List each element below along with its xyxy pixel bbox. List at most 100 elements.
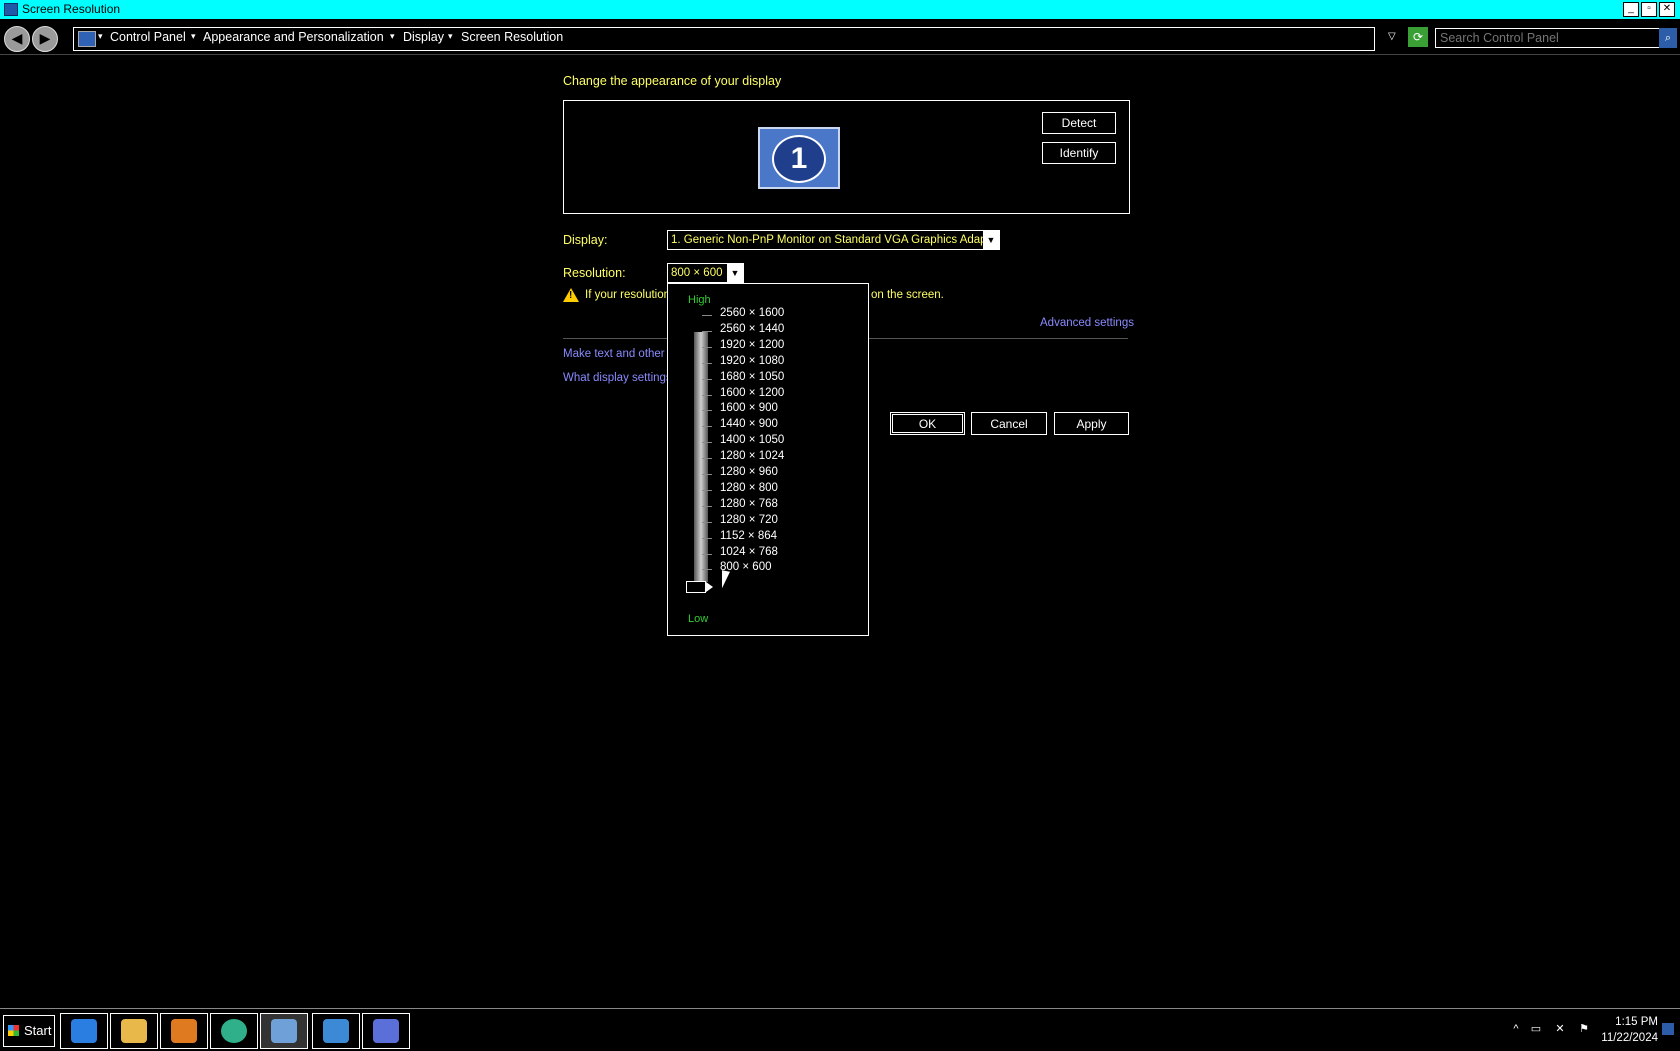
windows-logo-icon bbox=[8, 1025, 19, 1036]
action-center-flag-icon[interactable]: ⚑ bbox=[1578, 1023, 1590, 1035]
slider-tick bbox=[702, 553, 712, 555]
resolution-option[interactable]: 1920 × 1200 bbox=[720, 339, 784, 351]
resolution-option[interactable]: 1680 × 1050 bbox=[720, 371, 784, 383]
resolution-option[interactable]: 2560 × 1440 bbox=[720, 323, 784, 335]
apply-button[interactable]: Apply bbox=[1054, 412, 1129, 435]
start-button[interactable]: Start bbox=[3, 1015, 55, 1047]
taskbar-media-player[interactable] bbox=[160, 1013, 208, 1049]
slider-tick bbox=[702, 315, 712, 316]
resolution-option[interactable]: 1280 × 800 bbox=[720, 482, 778, 494]
cancel-button[interactable]: Cancel bbox=[971, 412, 1047, 435]
resolution-option[interactable]: 1024 × 768 bbox=[720, 546, 778, 558]
chevron-down-icon[interactable]: ▾ bbox=[191, 31, 196, 42]
breadcrumb[interactable]: ▾ Control Panel ▾ Appearance and Persona… bbox=[73, 27, 1375, 51]
warning-mark: ! bbox=[569, 290, 573, 301]
refresh-icon[interactable]: ⟳ bbox=[1408, 27, 1428, 47]
resolution-option[interactable]: 1600 × 1200 bbox=[720, 387, 784, 399]
high-label: High bbox=[688, 294, 711, 306]
start-label: Start bbox=[24, 1023, 52, 1038]
crumb-screen-resolution[interactable]: Screen Resolution bbox=[461, 30, 563, 44]
display-settings-help-link[interactable]: What display settings bbox=[563, 372, 672, 384]
crumb-control-panel[interactable]: Control Panel bbox=[110, 30, 186, 44]
resolution-option[interactable]: 1600 × 900 bbox=[720, 402, 778, 414]
resolution-option[interactable]: 1280 × 960 bbox=[720, 466, 778, 478]
volume-muted-icon[interactable]: ✕ bbox=[1554, 1023, 1566, 1035]
browser-icon bbox=[221, 1019, 247, 1043]
chevron-down-icon[interactable]: ▼ bbox=[983, 231, 999, 249]
slider-tick bbox=[702, 378, 712, 380]
window-title: Screen Resolution bbox=[22, 2, 121, 16]
slider-tick bbox=[702, 521, 712, 523]
minimize-button[interactable]: _ bbox=[1623, 2, 1639, 17]
advanced-settings-link[interactable]: Advanced settings bbox=[1040, 317, 1134, 329]
clock-date: 11/22/2024 bbox=[1601, 1032, 1658, 1044]
chevron-down-icon[interactable]: ▼ bbox=[727, 264, 743, 282]
display-select[interactable]: 1. Generic Non-PnP Monitor on Standard V… bbox=[667, 230, 1000, 250]
taskbar-internet-explorer[interactable] bbox=[60, 1013, 108, 1049]
resolution-option[interactable]: 1440 × 900 bbox=[720, 418, 778, 430]
slider-tick bbox=[702, 442, 712, 444]
resolution-option[interactable]: 1400 × 1050 bbox=[720, 434, 784, 446]
paper-plane-icon bbox=[323, 1019, 349, 1043]
slider-tick bbox=[702, 505, 712, 507]
search-icon[interactable]: ⌕ bbox=[1659, 28, 1677, 48]
ok-button[interactable]: OK bbox=[890, 412, 965, 435]
resolution-option[interactable]: 1280 × 1024 bbox=[720, 450, 784, 462]
slider-tick bbox=[702, 489, 712, 491]
slider-tick bbox=[702, 426, 712, 428]
clock-time: 1:15 PM bbox=[1615, 1016, 1658, 1028]
chevron-down-icon[interactable]: ▾ bbox=[390, 31, 395, 42]
taskbar-infinity-app[interactable] bbox=[362, 1013, 410, 1049]
resolution-select-value: 800 × 600 bbox=[671, 267, 723, 279]
slider-tick bbox=[702, 458, 712, 460]
taskbar-browser[interactable] bbox=[210, 1013, 258, 1049]
slider-tick bbox=[702, 330, 712, 332]
slider-tick bbox=[702, 537, 712, 539]
network-icon[interactable]: ▭ bbox=[1530, 1023, 1542, 1035]
close-button[interactable]: ✕ bbox=[1659, 2, 1675, 17]
identify-button[interactable]: Identify bbox=[1042, 142, 1116, 164]
warning-text-tail: on the screen. bbox=[871, 289, 944, 301]
resolution-option[interactable]: 1920 × 1080 bbox=[720, 355, 784, 367]
taskbar-file-explorer[interactable] bbox=[110, 1013, 158, 1049]
display-select-value: 1. Generic Non-PnP Monitor on Standard V… bbox=[671, 234, 1000, 246]
taskbar-mail[interactable] bbox=[312, 1013, 360, 1049]
text-size-link[interactable]: Make text and other it bbox=[563, 348, 674, 360]
show-hidden-icons-icon[interactable]: ^ bbox=[1510, 1023, 1522, 1035]
crumb-display[interactable]: Display bbox=[403, 30, 444, 44]
warning-text: If your resolution i bbox=[585, 289, 676, 301]
resolution-option[interactable]: 1280 × 720 bbox=[720, 514, 778, 526]
resolution-option[interactable]: 1280 × 768 bbox=[720, 498, 778, 510]
chevron-down-icon[interactable]: ▾ bbox=[98, 31, 103, 42]
control-panel-icon bbox=[78, 31, 96, 47]
taskbar-control-panel[interactable] bbox=[260, 1013, 308, 1049]
title-bar: Screen Resolution _ ▫ ✕ bbox=[0, 0, 1680, 19]
slider-tick bbox=[702, 569, 712, 571]
media-player-icon bbox=[171, 1019, 197, 1043]
slider-tick bbox=[702, 410, 712, 412]
resolution-option[interactable]: 2560 × 1600 bbox=[720, 307, 784, 319]
restore-button[interactable]: ▫ bbox=[1641, 2, 1657, 17]
chevron-down-icon[interactable]: ▾ bbox=[448, 31, 453, 42]
resolution-option[interactable]: 1152 × 864 bbox=[720, 530, 777, 542]
monitor-1-icon[interactable]: 1 bbox=[758, 127, 840, 189]
search-input[interactable] bbox=[1435, 28, 1663, 48]
monitor-preview-panel: 1 Detect Identify bbox=[563, 100, 1130, 214]
address-history-icon[interactable]: ▽ bbox=[1388, 31, 1396, 42]
internet-explorer-icon bbox=[71, 1019, 97, 1043]
system-clock[interactable]: 1:15 PM 11/22/2024 bbox=[1598, 1014, 1658, 1046]
resolution-slider-track[interactable] bbox=[694, 332, 708, 582]
infinity-icon bbox=[373, 1019, 399, 1043]
resolution-dropdown: High 2560 × 1600 2560 × 1440 1920 × 1200 19… bbox=[667, 283, 869, 636]
detect-button[interactable]: Detect bbox=[1042, 112, 1116, 134]
forward-button[interactable]: ▶ bbox=[32, 26, 58, 52]
page-title: Change the appearance of your display bbox=[563, 74, 782, 88]
resolution-slider-thumb[interactable] bbox=[686, 581, 713, 593]
mouse-cursor-icon bbox=[722, 570, 730, 590]
crumb-appearance-personalization[interactable]: Appearance and Personalization bbox=[203, 30, 384, 44]
show-desktop-icon[interactable] bbox=[1662, 1023, 1674, 1035]
resolution-select[interactable]: 800 × 600 ▼ bbox=[667, 263, 744, 283]
low-label: Low bbox=[688, 613, 709, 625]
resolution-label: Resolution: bbox=[563, 266, 626, 280]
back-button[interactable]: ◀ bbox=[4, 26, 30, 52]
